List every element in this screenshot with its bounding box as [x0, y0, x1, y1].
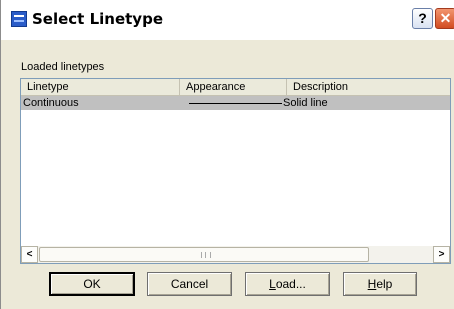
horizontal-scrollbar[interactable]: < > [21, 246, 450, 263]
load-button[interactable]: Load... [245, 272, 330, 296]
app-icon [11, 11, 27, 27]
description-cell: Solid line [283, 97, 328, 109]
column-header-linetype[interactable]: Linetype [21, 79, 180, 95]
dialog-title: Select Linetype [32, 10, 163, 28]
column-header-appearance[interactable]: Appearance [180, 79, 287, 95]
grip-icon [201, 252, 211, 258]
table-row[interactable]: Continuous Solid line [21, 96, 450, 110]
help-label-rest: elp [376, 277, 393, 291]
load-label-rest: oad... [275, 277, 306, 291]
solid-line-sample [189, 103, 282, 104]
linetype-list[interactable]: Linetype Appearance Description Continuo… [20, 78, 451, 264]
help-icon[interactable]: ? [412, 8, 433, 29]
select-linetype-dialog: Select Linetype ? ✕ Loaded linetypes Lin… [0, 0, 454, 309]
title-bar[interactable]: Select Linetype ? ✕ [1, 0, 454, 40]
loaded-linetypes-label: Loaded linetypes [21, 61, 105, 73]
scrollbar-thumb[interactable] [39, 247, 369, 262]
help-button[interactable]: Help [343, 272, 417, 296]
cancel-button[interactable]: Cancel [147, 272, 232, 296]
scroll-left-icon[interactable]: < [21, 246, 38, 263]
close-icon[interactable]: ✕ [435, 8, 454, 29]
list-header: Linetype Appearance Description [21, 79, 450, 96]
linetype-cell: Continuous [23, 97, 79, 109]
scroll-right-icon[interactable]: > [433, 246, 450, 263]
load-mnemonic: L [269, 277, 276, 291]
column-header-description[interactable]: Description [287, 79, 450, 95]
ok-button[interactable]: OK [49, 272, 135, 296]
